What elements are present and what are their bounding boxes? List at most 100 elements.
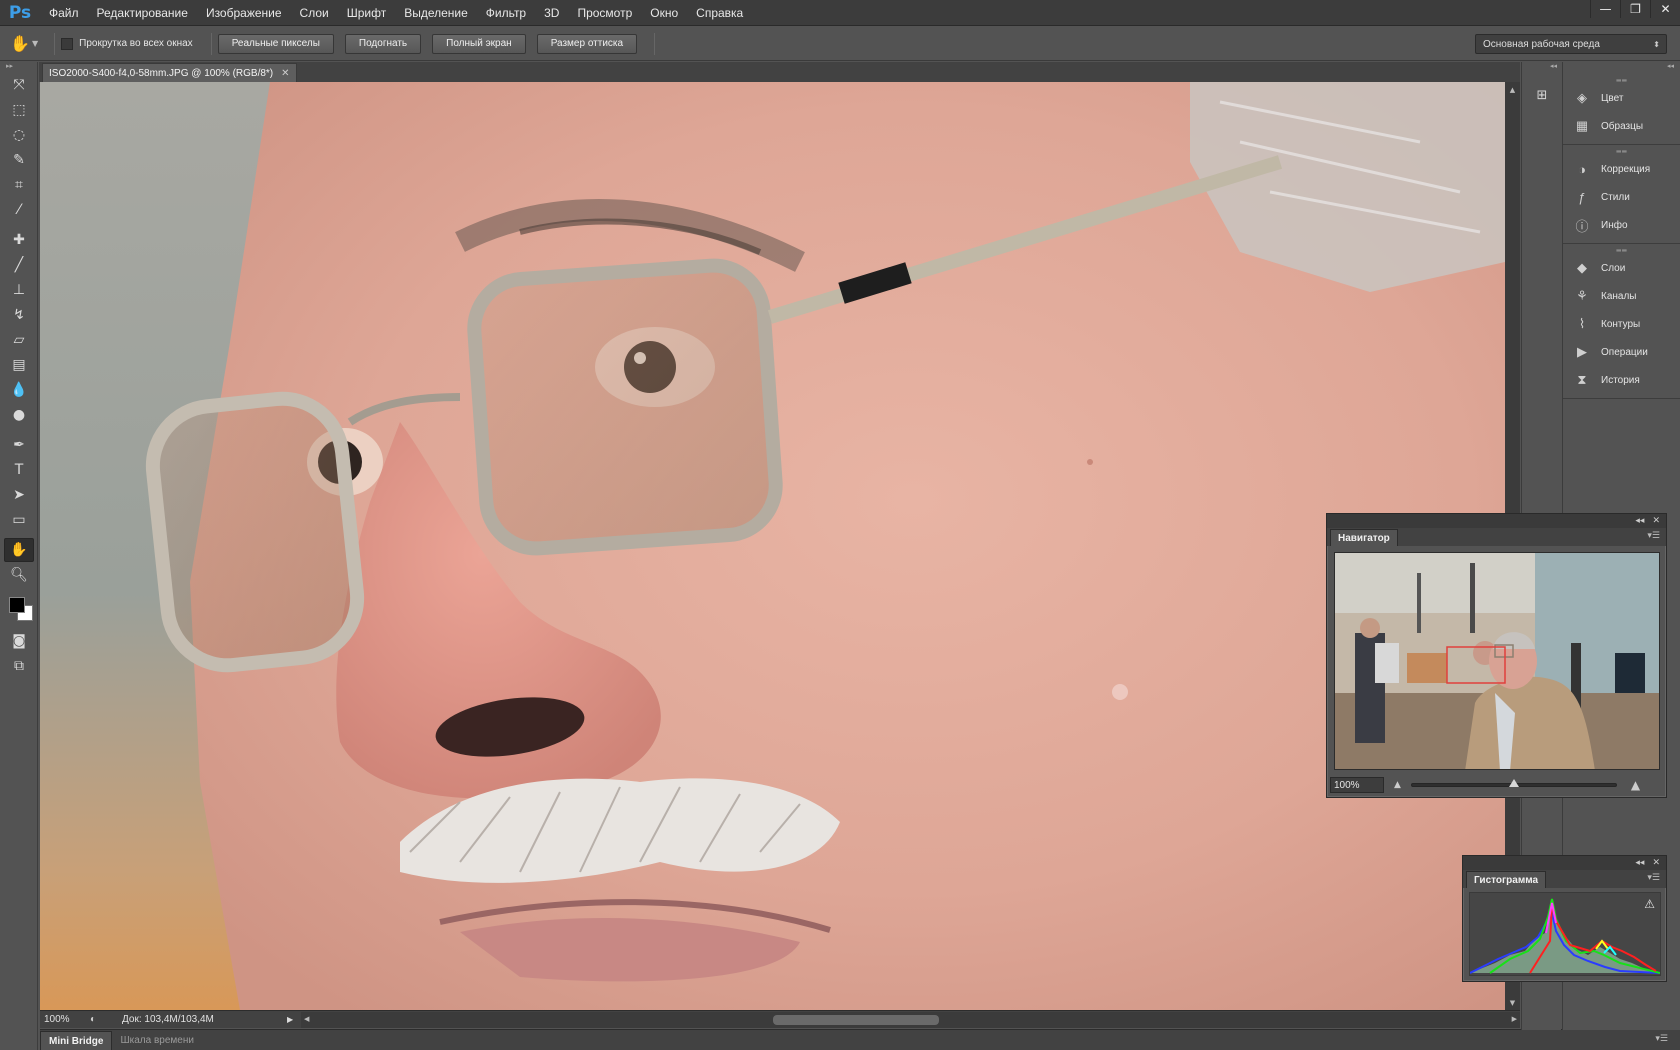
history-icon: ⧗ <box>1577 372 1587 387</box>
clone-stamp-tool-icon[interactable]: ⊥ <box>4 278 34 302</box>
menu-type[interactable]: Шрифт <box>338 0 395 26</box>
blur-tool-icon[interactable]: 💧 <box>4 378 34 402</box>
quick-mask-icon[interactable]: ◙ <box>4 629 34 653</box>
history-brush-tool-icon[interactable]: ↯ <box>4 303 34 327</box>
panel-group-layers: ▬▬ ◆ Слои ⚘ Каналы ⌇ Контуры ▶ Операции … <box>1563 244 1680 399</box>
close-tab-icon[interactable]: ✕ <box>281 68 289 79</box>
minimize-button[interactable]: — <box>1590 0 1620 18</box>
panel-menu-icon[interactable]: ▾☰ <box>1647 873 1660 883</box>
panel-info[interactable]: ⓘ Инфо <box>1563 211 1680 239</box>
tab-navigator[interactable]: Навигатор <box>1330 529 1398 546</box>
panel-collapse-icon[interactable]: ▸▸ <box>0 62 37 72</box>
quick-selection-tool-icon[interactable]: ✎ <box>4 148 34 172</box>
status-menu-arrow-icon[interactable]: ▶ <box>287 1015 297 1024</box>
eyedropper-tool-icon[interactable]: ⁄ <box>4 198 34 222</box>
zoom-level-field[interactable]: 100% <box>40 1014 90 1025</box>
panel-menu-icon[interactable]: ▾☰ <box>1655 1034 1668 1044</box>
lasso-tool-icon[interactable]: ◌ <box>4 123 34 147</box>
rectangle-tool-icon[interactable]: ▭ <box>4 508 34 532</box>
screen-mode-icon[interactable]: ⧉ <box>4 654 34 678</box>
move-tool-icon[interactable]: ⤧ <box>4 73 34 97</box>
dodge-tool-icon[interactable]: ● <box>4 403 34 427</box>
panel-channels[interactable]: ⚘ Каналы <box>1563 282 1680 310</box>
pen-tool-icon[interactable]: ✒ <box>4 433 34 457</box>
navigator-thumbnail[interactable] <box>1334 552 1660 770</box>
menu-help[interactable]: Справка <box>687 0 752 26</box>
brush-tool-icon[interactable]: ╱ <box>4 253 34 277</box>
print-size-button[interactable]: Размер оттиска <box>536 33 638 54</box>
scroll-down-icon[interactable]: ▼ <box>1505 995 1520 1010</box>
workspace-select[interactable]: Основная рабочая среда ⬍ <box>1475 34 1667 54</box>
layers-icon: ◆ <box>1577 260 1587 275</box>
collapse-icon[interactable]: ◂◂ <box>1635 858 1644 868</box>
navigator-zoom-field[interactable]: 100% <box>1330 777 1384 793</box>
panel-title-strip[interactable]: ◂◂ ✕ <box>1327 514 1666 528</box>
rectangular-marquee-tool-icon[interactable]: ⬚ <box>4 98 34 122</box>
panel-menu-icon[interactable]: ▾☰ <box>1647 531 1660 541</box>
hand-tool-icon[interactable]: ✋ <box>4 538 34 562</box>
panel-layers[interactable]: ◆ Слои <box>1563 254 1680 282</box>
tab-mini-bridge[interactable]: Mini Bridge <box>40 1031 113 1050</box>
scroll-all-windows-checkbox[interactable] <box>61 37 74 50</box>
tab-histogram[interactable]: Гистограмма <box>1466 871 1547 888</box>
gradient-tool-icon[interactable]: ▤ <box>4 353 34 377</box>
dock-collapse-icon[interactable]: ◂◂ <box>1522 62 1561 74</box>
menu-view[interactable]: Просмотр <box>568 0 641 26</box>
navigator-zoom-slider[interactable] <box>1410 779 1617 787</box>
panel-color[interactable]: ◈ Цвет <box>1563 84 1680 112</box>
zoom-in-icon[interactable]: ▲ <box>1631 778 1640 792</box>
chevron-down-icon[interactable]: ▼ <box>32 39 38 48</box>
scroll-all-windows-option[interactable]: Прокрутка во всех окнах <box>61 37 193 50</box>
scroll-left-icon[interactable]: ◀ <box>304 1015 309 1023</box>
fit-screen-button[interactable]: Подогнать <box>344 33 422 54</box>
horizontal-scrollbar[interactable]: ◀ ▶ <box>301 1011 1520 1028</box>
panel-paths[interactable]: ⌇ Контуры <box>1563 310 1680 338</box>
cache-warning-icon[interactable]: ⚠ <box>1644 897 1655 911</box>
status-bar: 100% ◐ Док: 103,4M/103,4M ▶ ◀ ▶ <box>40 1010 1520 1028</box>
panel-styles[interactable]: ƒ Стили <box>1563 183 1680 211</box>
close-panel-icon[interactable]: ✕ <box>1652 858 1660 868</box>
menu-window[interactable]: Окно <box>641 0 687 26</box>
spot-healing-tool-icon[interactable]: ✚ <box>4 228 34 252</box>
menu-3d[interactable]: 3D <box>535 0 568 26</box>
tools-panel: ▸▸ ⤧ ⬚ ◌ ✎ ⌗ ⁄ ✚ ╱ ⊥ ↯ ▱ ▤ 💧 ● ✒ T ➤ ▭ ✋… <box>0 62 38 1050</box>
dock-expand-icon[interactable]: ◂◂ <box>1563 62 1680 74</box>
navigator-panel-icon[interactable]: ⊞ <box>1527 82 1557 108</box>
menu-select[interactable]: Выделение <box>395 0 477 26</box>
restore-button[interactable]: ❐ <box>1620 0 1650 18</box>
document-tab[interactable]: ISO2000-S400-f4,0-58mm.JPG @ 100% (RGB/8… <box>42 63 297 82</box>
menu-file[interactable]: Файл <box>40 0 88 26</box>
menu-edit[interactable]: Редактирование <box>88 0 197 26</box>
grip-icon[interactable]: ▬▬ <box>1563 76 1680 84</box>
foreground-color-swatch[interactable] <box>9 597 25 613</box>
menu-filter[interactable]: Фильтр <box>477 0 535 26</box>
fill-screen-button[interactable]: Полный экран <box>432 33 526 54</box>
document-canvas[interactable] <box>40 82 1505 1010</box>
eraser-tool-icon[interactable]: ▱ <box>4 328 34 352</box>
close-button[interactable]: ✕ <box>1650 0 1680 18</box>
crop-tool-icon[interactable]: ⌗ <box>4 173 34 197</box>
path-selection-tool-icon[interactable]: ➤ <box>4 483 34 507</box>
collapse-icon[interactable]: ◂◂ <box>1635 516 1644 526</box>
actions-icon: ▶ <box>1577 344 1587 359</box>
zoom-out-icon[interactable]: ▲ <box>1394 780 1401 790</box>
menu-layers[interactable]: Слои <box>291 0 338 26</box>
zoom-tool-icon[interactable]: 🔍︎ <box>4 563 34 587</box>
status-info-icon[interactable]: ◐ <box>90 1014 106 1026</box>
zoom-slider-knob[interactable] <box>1508 779 1519 787</box>
panel-actions[interactable]: ▶ Операции <box>1563 338 1680 366</box>
panel-adjustments[interactable]: ◑ Коррекция <box>1563 155 1680 183</box>
menu-image[interactable]: Изображение <box>197 0 291 26</box>
horizontal-scroll-thumb[interactable] <box>773 1014 939 1025</box>
grip-icon[interactable]: ▬▬ <box>1563 246 1680 254</box>
grip-icon[interactable]: ▬▬ <box>1563 147 1680 155</box>
scroll-up-icon[interactable]: ▲ <box>1505 82 1520 97</box>
actual-pixels-button[interactable]: Реальные пикселы <box>217 33 334 54</box>
panel-title-strip[interactable]: ◂◂ ✕ <box>1463 856 1666 870</box>
panel-history[interactable]: ⧗ История <box>1563 366 1680 394</box>
panel-swatches[interactable]: ▦ Образцы <box>1563 112 1680 140</box>
tab-timeline[interactable]: Шкала времени <box>112 1031 201 1050</box>
type-tool-icon[interactable]: T <box>4 458 34 482</box>
scroll-right-icon[interactable]: ▶ <box>1512 1015 1517 1023</box>
close-panel-icon[interactable]: ✕ <box>1652 516 1660 526</box>
